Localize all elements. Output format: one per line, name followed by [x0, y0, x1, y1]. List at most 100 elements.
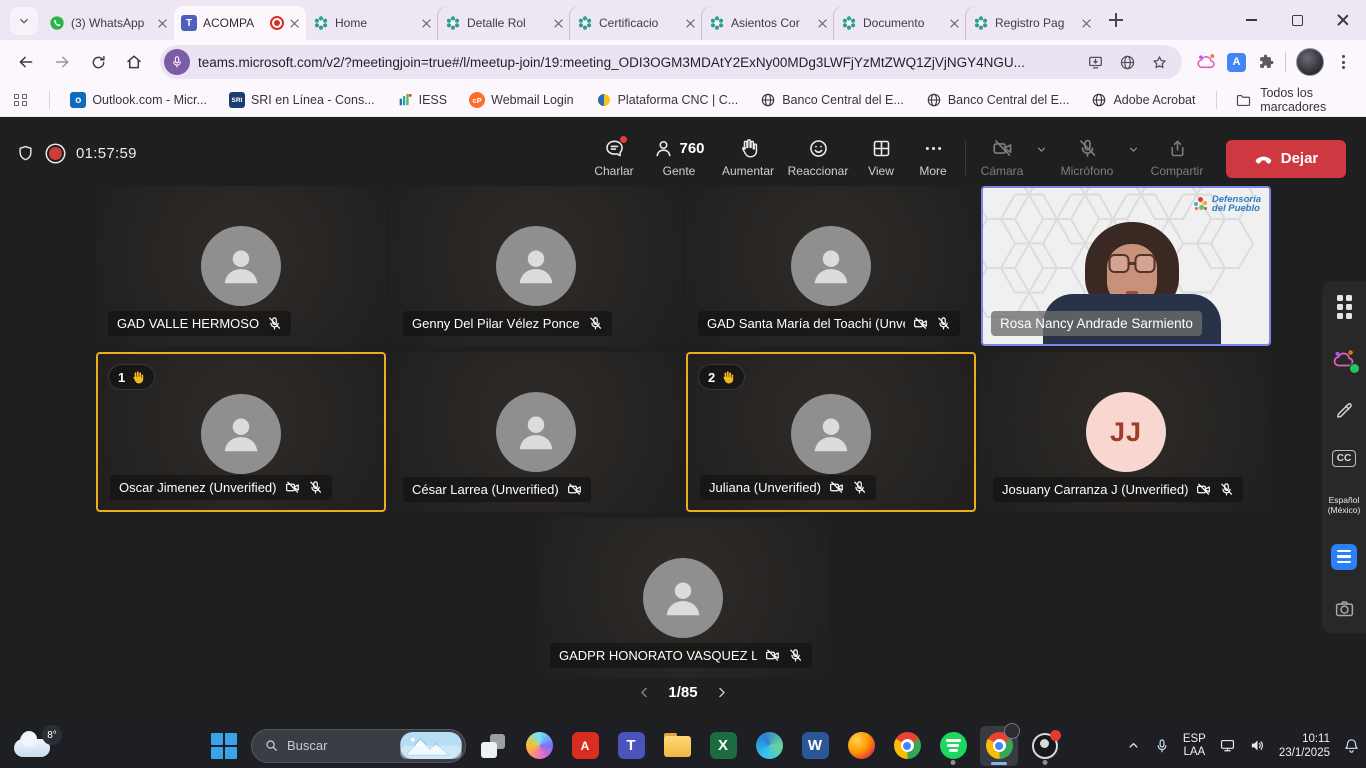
tray-expand-button[interactable]	[1126, 738, 1141, 753]
leave-meeting-button[interactable]: Dejar	[1226, 140, 1346, 178]
cpanel-icon: cP	[469, 92, 485, 108]
tab-asientos[interactable]: Asientos Cor	[702, 6, 834, 40]
tab-close-icon[interactable]	[818, 19, 827, 28]
previous-page-button[interactable]	[637, 685, 652, 700]
input-language-button[interactable]: ESPLAA	[1183, 733, 1206, 759]
people-button[interactable]: 760 Gente	[643, 129, 715, 178]
notification-bell-button[interactable]	[1343, 737, 1360, 754]
participant-tile[interactable]: Genny Del Pilar Vélez Ponce	[391, 186, 681, 346]
extensions-puzzle-icon[interactable]	[1256, 53, 1275, 72]
task-view-button[interactable]	[474, 726, 512, 766]
participant-tile[interactable]: GADPR HONORATO VASQUEZ LIC. VI...	[538, 518, 828, 678]
translate-page-button[interactable]	[1114, 49, 1140, 75]
window-minimize-button[interactable]	[1228, 0, 1274, 40]
tab-close-icon[interactable]	[290, 19, 299, 28]
participant-tile[interactable]: 1 Oscar Jimenez (Unverified)	[96, 352, 386, 512]
all-bookmarks[interactable]: Todos los marcadores	[1206, 86, 1352, 114]
more-button[interactable]: More	[907, 129, 959, 178]
chrome-button[interactable]	[888, 726, 926, 766]
screenshot-button[interactable]	[1334, 598, 1355, 619]
participant-tile[interactable]: JJ Josuany Carranza J (Unverified)	[981, 352, 1271, 512]
weather-extension-icon[interactable]	[1196, 52, 1217, 73]
participant-tile-active-speaker[interactable]: Defensoría del Pueblo Rosa Nancy Andrade…	[981, 186, 1271, 346]
firefox-button[interactable]	[842, 726, 880, 766]
tab-close-icon[interactable]	[554, 19, 563, 28]
tab-home[interactable]: Home	[306, 6, 438, 40]
back-button[interactable]	[10, 46, 42, 78]
tab-close-icon[interactable]	[950, 19, 959, 28]
address-bar[interactable]: teams.microsoft.com/v2/?meetingjoin=true…	[160, 45, 1182, 79]
highlighter-button[interactable]	[1334, 400, 1355, 421]
bookmark-sri[interactable]: SRI SRI en Línea - Cons...	[229, 92, 375, 108]
participant-tile[interactable]: GAD VALLE HERMOSO	[96, 186, 386, 346]
new-tab-button[interactable]	[1104, 8, 1128, 32]
share-button[interactable]: Compartir	[1142, 129, 1212, 178]
tray-volume-button[interactable]	[1249, 737, 1266, 754]
home-button[interactable]	[118, 46, 150, 78]
spotify-button[interactable]	[934, 726, 972, 766]
tab-documento[interactable]: Documento	[834, 6, 966, 40]
forward-button[interactable]	[46, 46, 78, 78]
mic-options-chevron[interactable]	[1124, 129, 1142, 156]
reload-button[interactable]	[82, 46, 114, 78]
participant-tile[interactable]: GAD Santa María del Toachi (Unverifi...	[686, 186, 976, 346]
taskbar-weather-widget[interactable]: 8°	[12, 725, 82, 766]
window-close-button[interactable]	[1320, 0, 1366, 40]
translate-extension-icon[interactable]: A	[1227, 53, 1246, 72]
mic-button[interactable]: Micrófono	[1050, 129, 1124, 178]
bookmark-adobe[interactable]: Adobe Acrobat	[1091, 92, 1195, 108]
tray-display-button[interactable]	[1219, 737, 1236, 754]
bookmark-banco-central-1[interactable]: Banco Central del E...	[760, 92, 904, 108]
teams-app-button[interactable]: T	[612, 726, 650, 766]
camera-button[interactable]: Cámara	[972, 129, 1032, 178]
tab-close-icon[interactable]	[1082, 19, 1091, 28]
participant-tile[interactable]: 2 Juliana (Unverified)	[686, 352, 976, 512]
start-button[interactable]	[205, 726, 243, 766]
captions-button[interactable]: CC	[1332, 450, 1356, 467]
install-app-button[interactable]	[1082, 49, 1108, 75]
tab-close-icon[interactable]	[422, 19, 431, 28]
raise-hand-button[interactable]: Aumentar	[715, 129, 781, 178]
mic-in-use-icon[interactable]	[164, 49, 190, 75]
taskbar-search[interactable]: Buscar	[251, 729, 466, 763]
caption-language[interactable]: Español(México)	[1328, 495, 1361, 515]
obs-button[interactable]	[1026, 726, 1064, 766]
tab-close-icon[interactable]	[158, 19, 167, 28]
tab-search-button[interactable]	[10, 7, 38, 35]
tab-teams-meeting[interactable]: T ACOMPA	[174, 6, 306, 40]
bookmark-iess[interactable]: IESS	[397, 92, 448, 108]
chrome-active-button[interactable]	[980, 726, 1018, 766]
window-restore-button[interactable]	[1274, 0, 1320, 40]
camera-options-chevron[interactable]	[1032, 129, 1050, 156]
apps-grid-icon[interactable]	[14, 94, 27, 107]
bookmark-webmail[interactable]: cP Webmail Login	[469, 92, 573, 108]
file-explorer-button[interactable]	[658, 726, 696, 766]
participant-tile[interactable]: César Larrea (Unverified)	[391, 352, 681, 512]
copilot-button[interactable]	[520, 726, 558, 766]
next-page-button[interactable]	[714, 685, 729, 700]
browser-menu-icon[interactable]	[1334, 55, 1352, 69]
chat-button[interactable]: Charlar	[585, 129, 643, 178]
profile-avatar[interactable]	[1296, 48, 1324, 76]
tray-mic-button[interactable]	[1154, 738, 1170, 754]
weather-widget-button[interactable]	[1332, 348, 1356, 372]
bookmark-outlook[interactable]: o Outlook.com - Micr...	[70, 92, 207, 108]
bookmark-banco-central-2[interactable]: Banco Central del E...	[926, 92, 1070, 108]
bookmark-cnc[interactable]: Plataforma CNC | C...	[596, 92, 739, 108]
word-button[interactable]: W	[796, 726, 834, 766]
apps-grid-button[interactable]	[1337, 295, 1352, 319]
transcript-button[interactable]	[1331, 544, 1357, 570]
tab-detalle-rol[interactable]: Detalle Rol	[438, 6, 570, 40]
view-button[interactable]: View	[855, 129, 907, 178]
bookmark-star-button[interactable]	[1146, 49, 1172, 75]
tab-close-icon[interactable]	[686, 19, 695, 28]
taskbar-clock[interactable]: 10:1123/1/2025	[1279, 732, 1330, 760]
edge-button[interactable]	[750, 726, 788, 766]
adobe-acrobat-button[interactable]: A	[566, 726, 604, 766]
tab-whatsapp[interactable]: (3) WhatsApp	[42, 6, 174, 40]
excel-button[interactable]: X	[704, 726, 742, 766]
tab-certificacion[interactable]: Certificacio	[570, 6, 702, 40]
react-button[interactable]: Reaccionar	[781, 129, 855, 178]
tab-registro-pagos[interactable]: Registro Pag	[966, 6, 1098, 40]
participant-name: Josuany Carranza J (Unverified)	[1002, 482, 1188, 497]
